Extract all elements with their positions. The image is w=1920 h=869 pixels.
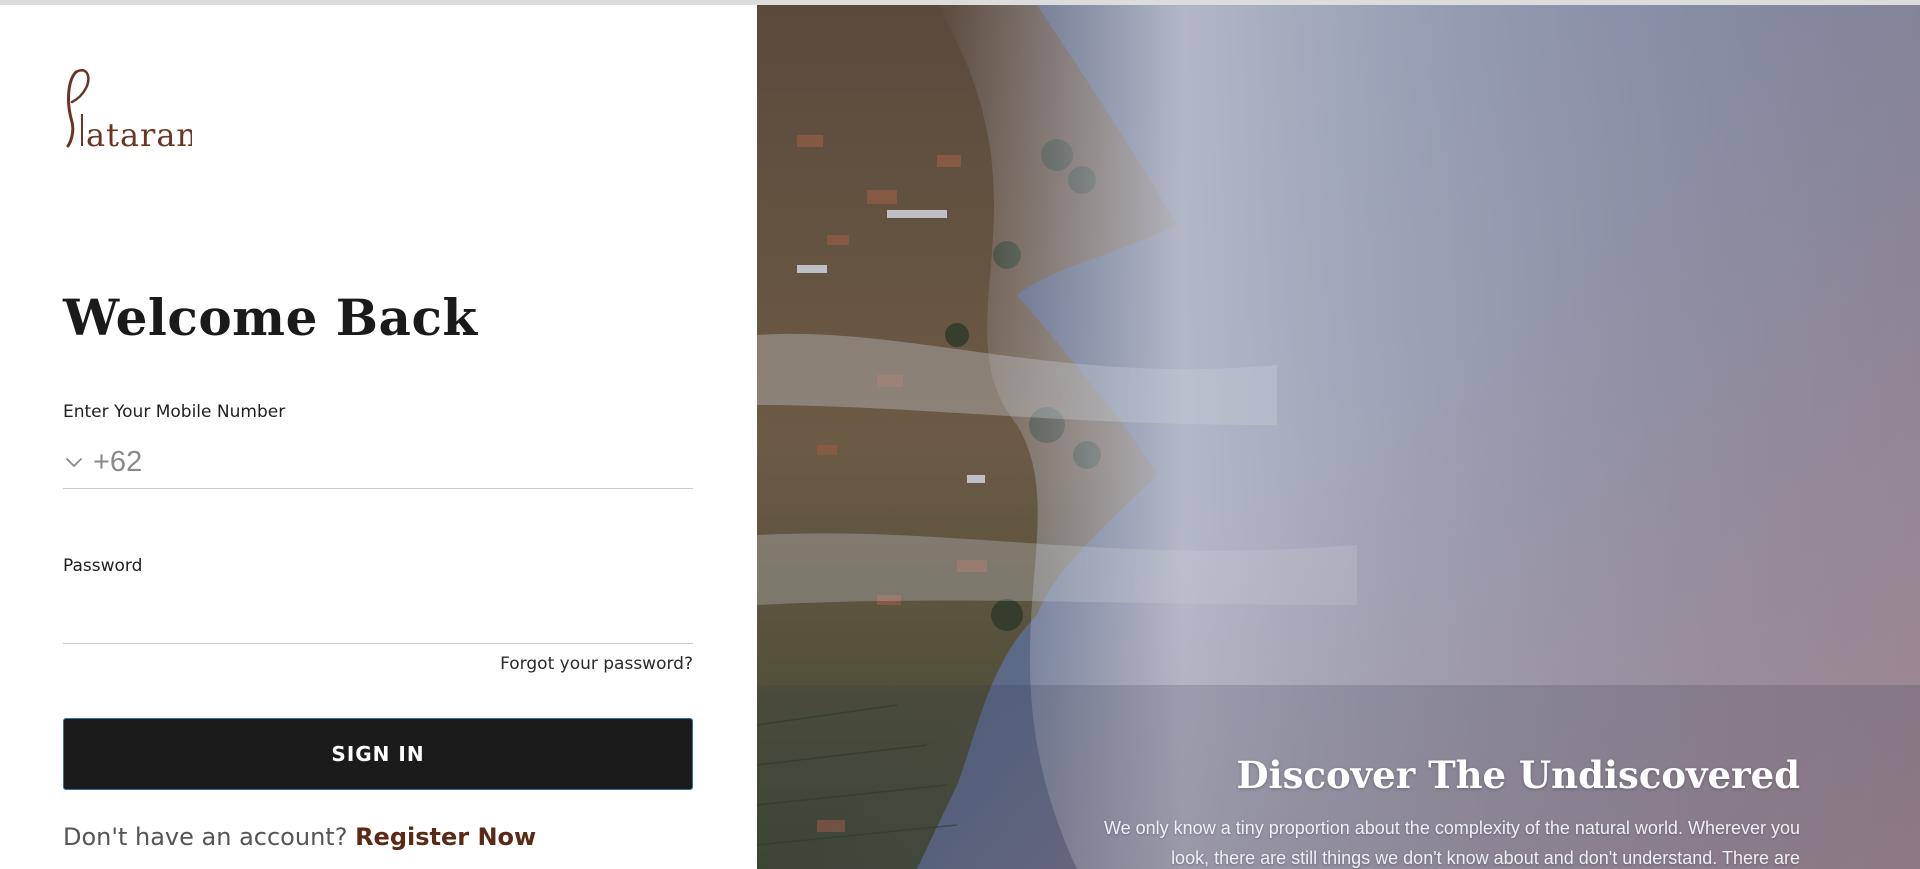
sign-in-button[interactable]: SIGN IN (63, 718, 693, 790)
register-now-link[interactable]: Register Now (355, 823, 536, 851)
register-prompt: Don't have an account? Register Now (63, 823, 536, 851)
country-code[interactable]: +62 (93, 446, 142, 479)
hero-description: We only know a tiny proportion about the… (1103, 818, 1800, 868)
password-input[interactable] (63, 590, 693, 643)
chevron-down-icon[interactable] (63, 452, 85, 474)
hero-title: Discover The Undiscovered (1236, 753, 1800, 797)
mobile-input[interactable] (142, 437, 693, 488)
page-title: Welcome Back (63, 288, 478, 347)
forgot-password-link[interactable]: Forgot your password? (500, 654, 693, 674)
password-label: Password (63, 556, 143, 576)
register-prompt-text: Don't have an account? (63, 823, 348, 851)
logo-mark: ataran (66, 69, 192, 152)
password-field (63, 590, 693, 644)
hero-image (757, 5, 1920, 869)
brand-logo[interactable]: ataran (62, 62, 192, 152)
mobile-label: Enter Your Mobile Number (63, 402, 286, 422)
svg-text:ataran: ataran (86, 116, 192, 152)
top-border (0, 0, 1920, 5)
login-panel: ataran Welcome Back Enter Your Mobile Nu… (0, 5, 757, 869)
mobile-field: +62 (63, 437, 693, 489)
hero-panel: Discover The Undiscovered We only know a… (757, 5, 1920, 869)
